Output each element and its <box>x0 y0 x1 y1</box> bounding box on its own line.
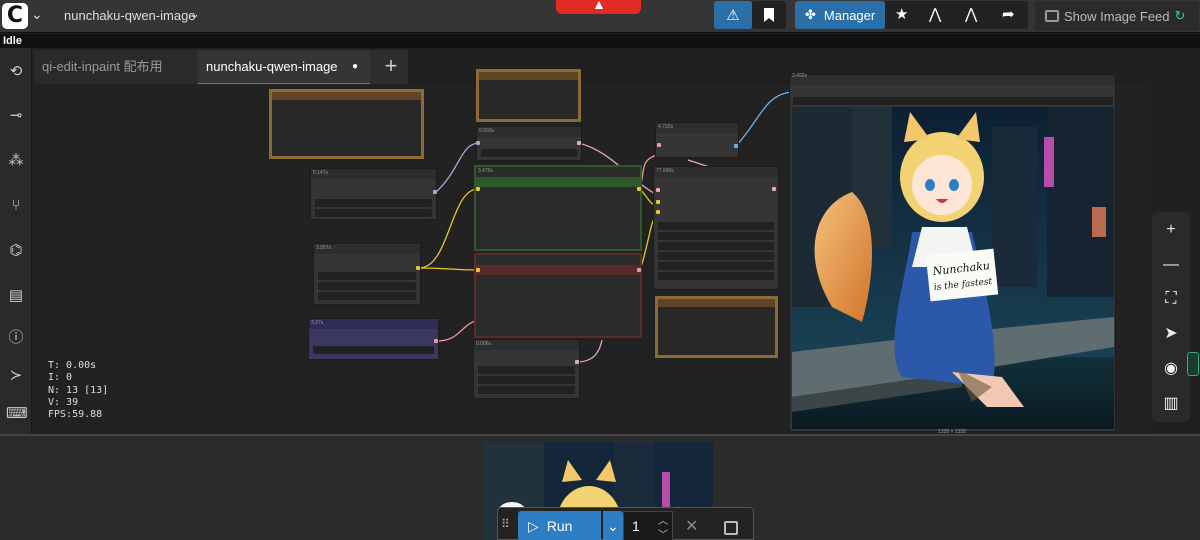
node-id-label: 3.476s <box>478 168 494 174</box>
node-id-label: 0.006s <box>476 341 492 347</box>
node-id-label: 5.147s <box>313 170 329 176</box>
run-bar: ⠿ ▷ Run ⌄ 1 ︿ ﹀ ✕ <box>497 507 754 540</box>
node-id-label: 0.003s <box>479 128 495 134</box>
cancel-icon[interactable]: ✕ <box>685 516 698 536</box>
canvas-stats: T: 0.00s I: 0 N: 13 [13] V: 39 FPS:59.88 <box>48 360 108 421</box>
graph-node[interactable]: 0.003s <box>476 126 582 161</box>
run-button[interactable]: ▷ Run <box>518 511 601 540</box>
node-id-label: 4.722s <box>658 124 674 130</box>
graph-node[interactable]: 77.690s <box>653 166 779 290</box>
graph-node-purple[interactable]: 3.27s <box>308 318 439 360</box>
node-id-label: 3.492s <box>792 73 808 79</box>
zoom-out-icon[interactable]: — <box>1161 255 1181 275</box>
graph-node-red[interactable] <box>474 253 642 338</box>
minimap-icon[interactable]: ▥ <box>1161 394 1181 414</box>
node-id-label: 77.690s <box>656 168 674 174</box>
node-id-label: 3.27s <box>311 320 324 326</box>
generated-image: Nunchaku is the fastest <box>792 107 1114 429</box>
graph-node[interactable]: 5.147s <box>310 168 437 220</box>
zoom-in-icon[interactable]: + <box>1161 220 1181 240</box>
drag-handle-icon[interactable]: ⠿ <box>501 517 510 531</box>
graph-node-green[interactable]: 3.476s <box>474 165 642 251</box>
node-group[interactable] <box>269 89 424 159</box>
stat-nodes: N: 13 [13] <box>48 384 109 396</box>
graph-node[interactable]: 0.006s <box>473 339 580 399</box>
node-id-label: 3.557s <box>316 245 332 251</box>
graph-node[interactable]: 4.722s <box>655 122 739 158</box>
graph-node[interactable]: 3.557s <box>313 243 421 305</box>
run-mode-chevron-icon[interactable]: ⌄ <box>603 511 623 540</box>
stat-fps: FPS:59.88 <box>48 409 103 421</box>
stat-v: V: 39 <box>48 396 79 408</box>
increment-icon[interactable]: ︿ <box>658 512 668 527</box>
decrement-icon[interactable]: ﹀ <box>658 526 668 540</box>
extension-badge-icon[interactable] <box>1187 352 1199 376</box>
run-label: Run <box>546 518 573 534</box>
preview-image-node[interactable]: 3.492s Nunchaku is the fastest 1328 × 13… <box>789 73 1116 435</box>
node-group[interactable] <box>476 69 581 122</box>
node-group[interactable] <box>655 296 778 358</box>
visibility-icon[interactable]: ◉ <box>1161 359 1181 379</box>
canvas-toolbar: + — ⛶ ➤ ◉ ▥ <box>1152 212 1190 422</box>
play-icon: ▷ <box>528 517 539 534</box>
fit-view-icon[interactable]: ⛶ <box>1161 289 1181 309</box>
select-mode-icon[interactable]: ➤ <box>1161 324 1181 344</box>
stat-time: T: 0.00s <box>48 360 97 371</box>
stat-i: I: 0 <box>48 372 73 384</box>
stop-icon[interactable] <box>724 521 738 535</box>
